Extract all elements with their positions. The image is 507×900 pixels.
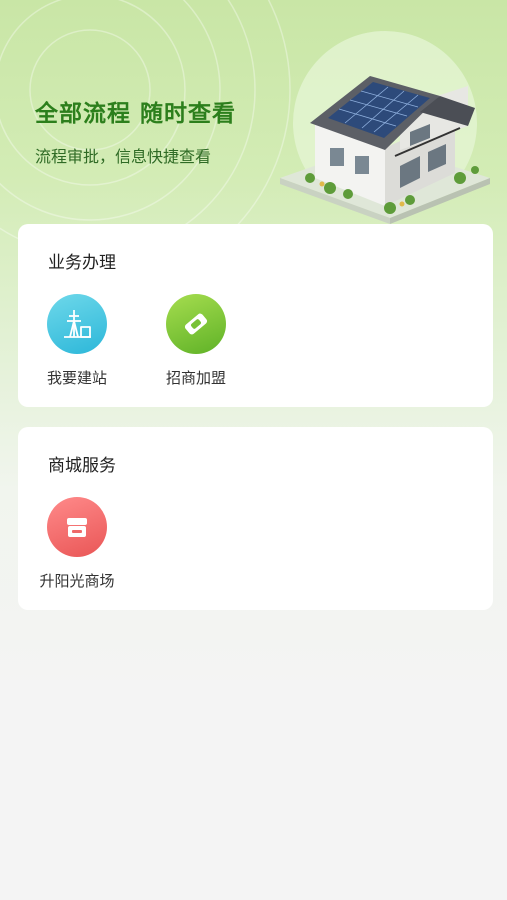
store-icon — [47, 497, 107, 557]
hero-subtitle: 流程审批，信息快捷查看 — [35, 147, 212, 166]
business-section-title: 业务办理 — [48, 253, 116, 273]
mall-section-title: 商城服务 — [48, 456, 116, 476]
handshake-icon — [166, 294, 226, 354]
franchise-label: 招商加盟 — [165, 369, 226, 387]
sunshine-mall-label: 升阳光商场 — [39, 572, 115, 590]
sunshine-mall-entry[interactable]: 升阳光商场 — [27, 497, 127, 591]
build-station-entry[interactable]: 我要建站 — [27, 294, 127, 388]
business-card: 业务办理 我要建站 招商加盟 — [18, 224, 493, 407]
solar-house-illustration — [280, 31, 490, 224]
hero-title: 全部流程 随时查看 — [35, 101, 237, 127]
power-tower-icon — [47, 294, 107, 354]
mall-card: 商城服务 升阳光商场 — [18, 427, 493, 610]
build-station-label: 我要建站 — [46, 369, 107, 387]
franchise-entry[interactable]: 招商加盟 — [146, 294, 246, 388]
